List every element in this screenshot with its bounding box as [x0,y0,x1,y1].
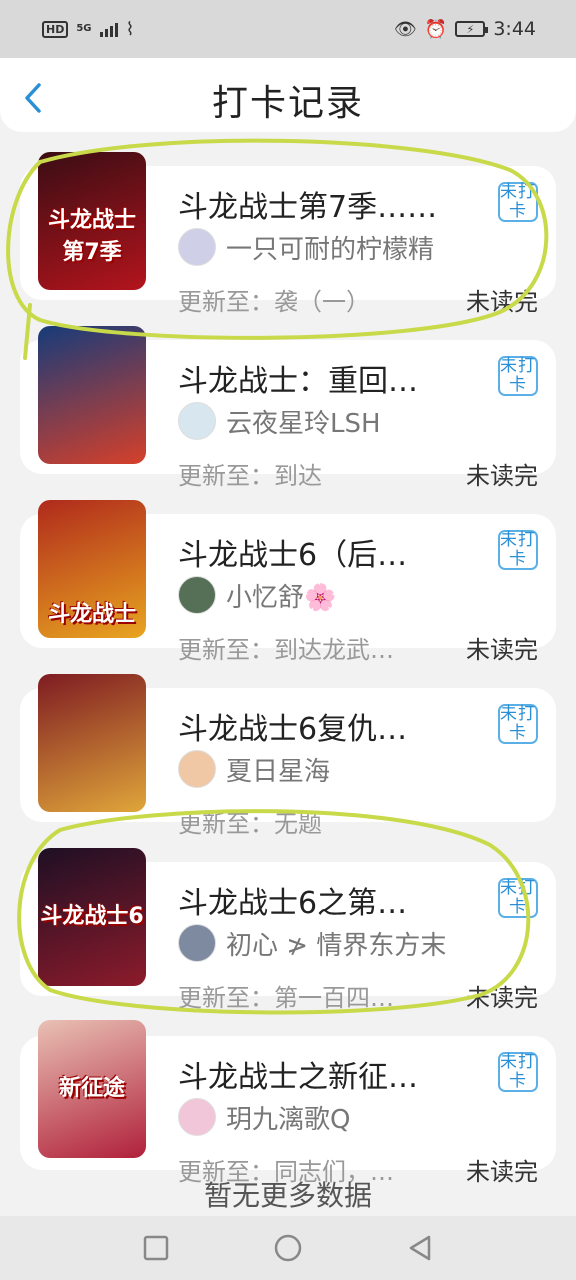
no-more-data-label: 暂无更多数据 [203,1179,372,1212]
card-title: 斗龙战士第7季…… [178,190,438,225]
status-right: 👁 ⏰ ⚡ 3:44 [394,18,536,40]
read-status: 未读完 [466,636,538,664]
read-status: 未读完 [466,462,538,490]
cover-image[interactable] [38,674,146,812]
checkin-button[interactable]: 未打卡 [498,182,538,222]
status-bar: HD 5G ⌇ 👁 ⏰ ⚡ 3:44 [0,0,576,58]
square-icon [143,1235,169,1261]
circle-icon [274,1234,302,1262]
cover-title-art: 新征途 [58,1076,125,1101]
cover-image[interactable]: 斗龙战士6 [38,848,146,986]
hd-icon: HD [42,20,69,38]
card-title: 斗龙战士6（后… [178,538,408,573]
checkin-button[interactable]: 未打卡 [498,704,538,744]
header: 打卡记录 [0,58,576,132]
avatar [178,576,216,614]
card-title: 斗龙战士6之第… [178,886,408,921]
avatar [178,924,216,962]
page-title: 打卡记录 [211,83,364,124]
update-progress: 更新至：到达龙武… [178,636,394,664]
read-status: 未读完 [466,288,538,316]
author-row: 一只可耐的柠檬精 [178,228,434,266]
author-name: 初心 ≯ 情界东方末 [226,930,447,961]
author-name: 小忆舒🌸 [226,582,337,613]
recent-apps-button[interactable] [140,1232,172,1264]
avatar [178,228,216,266]
checkin-button[interactable]: 未打卡 [498,356,538,396]
alarm-icon: ⏰ [424,18,448,40]
system-nav-bar [0,1216,576,1280]
cover-title-art: 斗龙战士 第7季 [47,208,136,265]
checkin-button[interactable]: 未打卡 [498,530,538,570]
cover-image[interactable]: 斗龙战士 [38,500,146,638]
avatar [178,750,216,788]
author-name: 一只可耐的柠檬精 [226,234,435,265]
author-name: 云夜星玲LSH [226,408,381,439]
update-progress: 更新至：第一百四… [178,984,394,1012]
cover-image[interactable]: 新征途 [38,1020,146,1158]
checkin-button[interactable]: 未打卡 [498,878,538,918]
author-row: 初心 ≯ 情界东方末 [178,924,446,962]
card-title: 斗龙战士之新征… [178,1060,418,1095]
update-progress: 更新至：到达 [178,462,322,490]
home-button[interactable] [272,1232,304,1264]
wifi-data-icon: ⌇ [125,18,135,40]
network-type: 5G [76,23,92,34]
eye-icon: 👁 [394,18,417,40]
author-row: 小忆舒🌸 [178,576,336,614]
author-row: 云夜星玲LSH [178,402,381,440]
update-progress: 更新至：无题 [178,810,322,838]
avatar [178,402,216,440]
card-title: 斗龙战士6复仇… [178,712,408,747]
author-name: 夏日星海 [226,756,331,787]
read-status: 未读完 [466,984,538,1012]
update-progress: 更新至：袭（一） [178,288,370,316]
avatar [178,1098,216,1136]
checkin-button[interactable]: 未打卡 [498,1052,538,1092]
status-left: HD 5G ⌇ [42,19,134,40]
author-name: 玥九漓歌Q [226,1104,351,1135]
card-title: 斗龙战士：重回… [178,364,418,399]
cover-title-art: 斗龙战士6 [40,904,144,929]
cover-image[interactable]: 斗龙战士 第7季 [38,152,146,290]
cover-title-art: 斗龙战士 [47,602,136,627]
author-row: 玥九漓歌Q [178,1098,350,1136]
cover-image[interactable] [38,326,146,464]
back-nav-button[interactable] [404,1232,436,1264]
battery-icon: ⚡ [455,21,489,37]
author-row: 夏日星海 [178,750,330,788]
signal-icon [99,21,118,37]
clock: 3:44 [493,18,536,40]
triangle-back-icon [409,1235,431,1261]
